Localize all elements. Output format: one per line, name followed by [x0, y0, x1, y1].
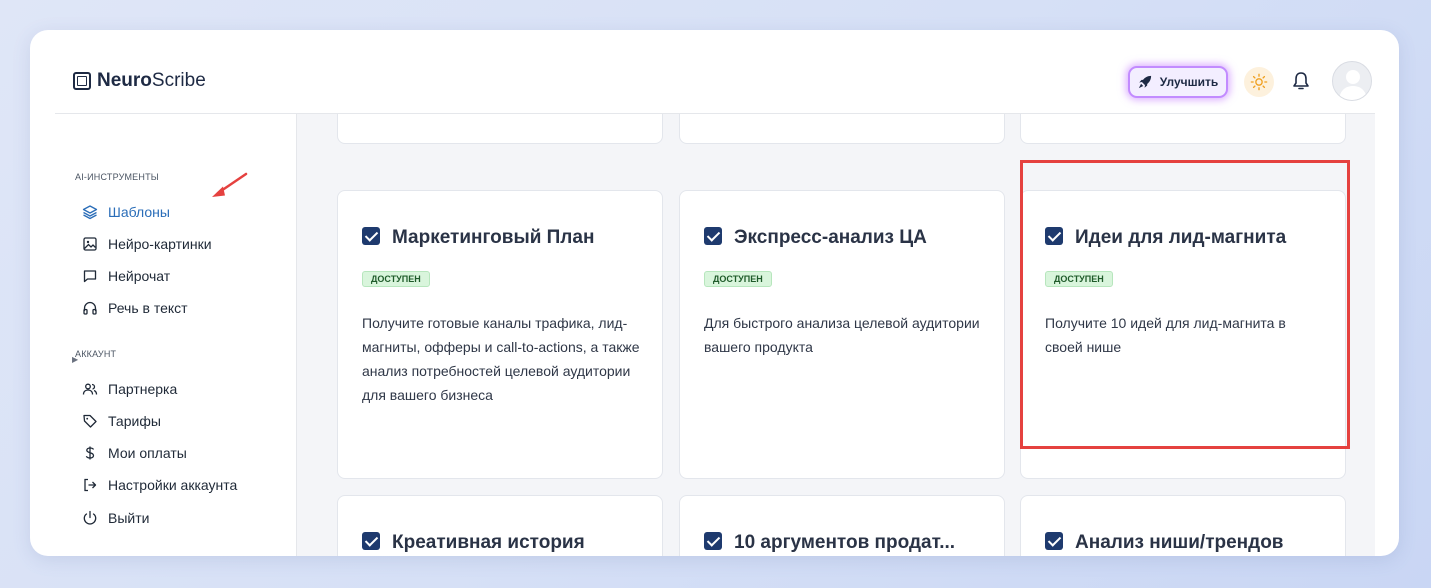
theme-toggle[interactable] — [1244, 67, 1274, 97]
sidebar: AI-ИНСТРУМЕНТЫ Шаблоны Нейро-картинки Не… — [55, 114, 297, 556]
logo-bold: Neuro — [97, 70, 152, 91]
logo-icon — [73, 72, 91, 90]
sidebar-item-partners[interactable]: Партнерка — [82, 377, 177, 401]
status-badge: ДОСТУПЕН — [1045, 271, 1113, 287]
template-card-audience-analysis[interactable]: Экспресс-анализ ЦА ДОСТУПЕН Для быстрого… — [679, 190, 1005, 479]
checkbox-icon — [362, 532, 382, 554]
status-badge: ДОСТУПЕН — [704, 271, 772, 287]
template-card-sales-arguments[interactable]: 10 аргументов продат... — [679, 495, 1005, 556]
card-title-text: Идеи для лид-магнита — [1075, 227, 1287, 248]
card-description: Получите готовые каналы трафика, лид-маг… — [362, 315, 640, 403]
sidebar-item-label: Выйти — [108, 510, 150, 526]
card-title: 10 аргументов продат... — [704, 532, 955, 554]
upgrade-button[interactable]: Улучшить — [1128, 66, 1228, 98]
chat-icon — [83, 270, 97, 283]
card-title: Экспресс-анализ ЦА — [704, 227, 927, 249]
annotation-arrow-icon — [212, 172, 248, 197]
sidebar-item-label: Мои оплаты — [108, 445, 187, 461]
sun-icon — [1250, 73, 1268, 91]
bell-icon — [1293, 72, 1309, 90]
card-title: Анализ ниши/трендов — [1045, 532, 1284, 554]
sidebar-item-tariffs[interactable]: Тарифы — [82, 409, 161, 433]
card-title-text: Маркетинговый План — [392, 227, 595, 248]
sidebar-item-neurochat[interactable]: Нейрочат — [82, 264, 170, 288]
avatar[interactable] — [1332, 61, 1372, 101]
card-title: Идеи для лид-магнита — [1045, 227, 1286, 249]
logo[interactable]: NeuroScribe — [73, 70, 206, 92]
card-title: Маркетинговый План — [362, 227, 594, 249]
template-card[interactable] — [679, 114, 1005, 144]
card-title-text: Экспресс-анализ ЦА — [734, 227, 927, 248]
card-title-text: Креативная история — [392, 532, 585, 553]
card-title: Креативная история — [362, 532, 585, 554]
checkbox-icon — [362, 227, 382, 249]
dollar-icon — [85, 446, 95, 460]
rocket-icon — [1138, 75, 1151, 89]
login-icon — [84, 478, 97, 492]
users-icon — [82, 383, 98, 395]
sidebar-item-speech-to-text[interactable]: Речь в текст — [82, 296, 188, 320]
expand-caret-icon[interactable]: ▶ — [72, 355, 78, 364]
checkbox-icon — [1045, 532, 1065, 554]
template-card-niche-analysis[interactable]: Анализ ниши/трендов — [1020, 495, 1346, 556]
template-card[interactable] — [1020, 114, 1346, 144]
sidebar-item-logout[interactable]: Выйти — [82, 506, 149, 530]
notifications-button[interactable] — [1291, 70, 1311, 92]
card-title-text: 10 аргументов продат... — [734, 532, 956, 553]
template-card-lead-magnet-ideas[interactable]: Идеи для лид-магнита ДОСТУПЕН Получите 1… — [1020, 190, 1346, 479]
sidebar-item-account-settings[interactable]: Настройки аккаунта — [82, 473, 237, 497]
logo-rest: Scribe — [151, 70, 206, 91]
sidebar-item-label: Тарифы — [108, 413, 161, 429]
template-card-marketing-plan[interactable]: Маркетинговый План ДОСТУПЕН Получите гот… — [337, 190, 663, 479]
card-description: Получите 10 идей для лид-магнита в своей… — [1045, 315, 1286, 355]
card-title-text: Анализ ниши/трендов — [1075, 532, 1284, 553]
sidebar-item-label: Нейрочат — [108, 268, 171, 284]
sidebar-item-templates[interactable]: Шаблоны — [82, 200, 170, 224]
sidebar-item-payments[interactable]: Мои оплаты — [82, 441, 187, 465]
card-description: Для быстрого анализа целевой аудитории в… — [704, 315, 980, 355]
status-badge: ДОСТУПЕН — [362, 271, 430, 287]
sidebar-item-label: Речь в текст — [108, 300, 188, 316]
checkbox-icon — [704, 532, 724, 554]
section-title-account: АККАУНТ — [75, 349, 117, 359]
image-icon — [83, 237, 97, 251]
top-bar: NeuroScribe Улучшить — [55, 30, 1375, 114]
app-window: NeuroScribe Улучшить AI-ИНСТРУМЕНТЫ Шабл… — [30, 30, 1399, 556]
sidebar-item-neuro-images[interactable]: Нейро-картинки — [82, 232, 212, 256]
sidebar-item-label: Шаблоны — [108, 204, 170, 220]
section-title-ai: AI-ИНСТРУМЕНТЫ — [75, 172, 159, 182]
power-icon — [83, 510, 97, 525]
template-card[interactable] — [337, 114, 663, 144]
tag-icon — [83, 414, 97, 428]
checkbox-icon — [1045, 227, 1065, 249]
user-avatar-icon — [1339, 70, 1367, 100]
templates-grid: Маркетинговый План ДОСТУПЕН Получите гот… — [297, 114, 1375, 556]
headphones-icon — [83, 301, 97, 315]
layers-icon — [82, 205, 98, 220]
sidebar-item-label: Настройки аккаунта — [108, 477, 238, 493]
sidebar-item-label: Нейро-картинки — [108, 236, 212, 252]
template-card-creative-story[interactable]: Креативная история — [337, 495, 663, 556]
sidebar-item-label: Партнерка — [108, 381, 178, 397]
checkbox-icon — [704, 227, 724, 249]
upgrade-label: Улучшить — [1159, 75, 1219, 89]
